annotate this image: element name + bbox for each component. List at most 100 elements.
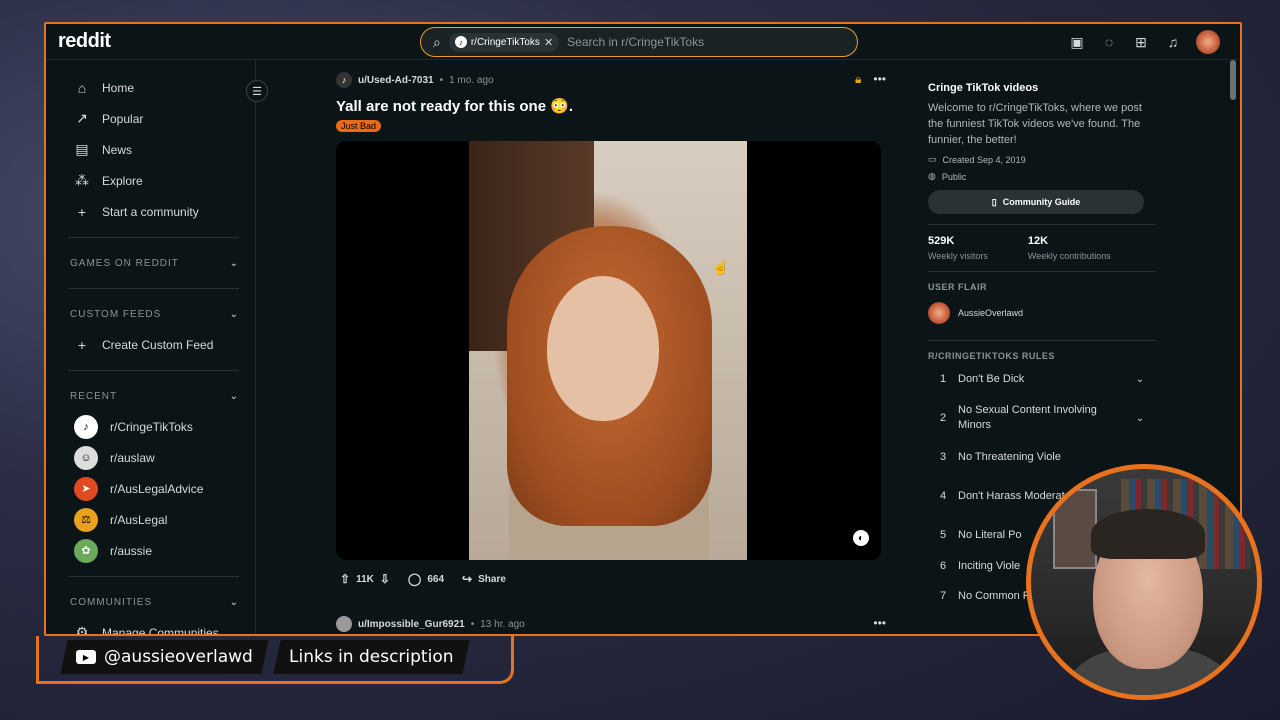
community-guide-button[interactable]: ▯ Community Guide bbox=[928, 190, 1144, 214]
vote-control: ⇧ 11K ⇩ bbox=[336, 568, 394, 590]
news-icon: ▤ bbox=[75, 141, 89, 157]
rule-item[interactable]: 1 Don't Be Dick ⌄ bbox=[928, 363, 1150, 395]
recent-header-label: RECENT bbox=[70, 390, 118, 402]
post-meta: u/Impossible_Gur6921 • 13 hr. ago bbox=[336, 616, 896, 632]
recent-label: r/AusLegalAdvice bbox=[110, 481, 204, 496]
community-created: ▭ Created Sep 4, 2019 bbox=[928, 154, 1150, 165]
webcam-poster bbox=[1053, 489, 1097, 569]
home-icon: ⌂ bbox=[77, 79, 87, 96]
guide-button-label: Community Guide bbox=[1002, 197, 1081, 207]
contributions-stat: 12K Weekly contributions bbox=[1028, 235, 1111, 261]
user-flair[interactable]: AussieOverlawd bbox=[928, 302, 1150, 324]
share-button[interactable]: ↪ Share bbox=[458, 568, 510, 590]
create-custom-feed-label: Create Custom Feed bbox=[102, 337, 214, 352]
post-age: 1 mo. ago bbox=[449, 74, 494, 86]
book-icon: ▯ bbox=[991, 196, 997, 207]
vote-count: 11K bbox=[356, 573, 374, 585]
create-post-icon[interactable]: ⊞ bbox=[1132, 33, 1150, 51]
post-card: ♪ u/Used-Ad-7031 • 1 mo. ago 🔒︎ ••• Yall… bbox=[336, 72, 896, 590]
recent-label: r/auslaw bbox=[110, 450, 155, 465]
rule-number: 7 bbox=[939, 590, 947, 602]
youtube-handle: @aussieoverlawd bbox=[104, 647, 253, 667]
rule-number: 6 bbox=[939, 560, 947, 572]
nav-news-label: News bbox=[102, 142, 133, 157]
aussie-icon: ✿ bbox=[74, 538, 98, 563]
search-input[interactable]: Search in r/CringeTikToks bbox=[567, 35, 704, 49]
reddit-logo[interactable]: reddit bbox=[58, 30, 111, 53]
nav-popular-label: Popular bbox=[102, 111, 144, 126]
chevron-down-icon: ⌄ bbox=[229, 596, 239, 608]
meta-separator: • bbox=[439, 74, 444, 86]
search-bar[interactable]: ⌕ ♪ r/CringeTikToks ✕ Search in r/Cringe… bbox=[420, 27, 858, 57]
post-author[interactable]: u/Used-Ad-7031 bbox=[358, 75, 434, 86]
sidebar-toggle-button[interactable]: ☰ bbox=[246, 80, 268, 102]
community-stats: 529K Weekly visitors 12K Weekly contributi… bbox=[928, 235, 1150, 261]
recent-label: r/CringeTikToks bbox=[110, 419, 193, 434]
rule-text: No Sexual Content Involving Minors bbox=[958, 404, 1097, 431]
links-text: Links in description bbox=[288, 647, 454, 667]
recent-auslaw[interactable]: ☺ r/auslaw bbox=[62, 442, 245, 473]
comment-count: 664 bbox=[427, 573, 445, 585]
divider bbox=[68, 288, 239, 289]
volume-icon[interactable]: ◐ bbox=[853, 530, 869, 546]
post-title[interactable]: Yall are not ready for this one 😳. bbox=[336, 97, 896, 115]
community-description: Welcome to r/CringeTikToks, where we pos… bbox=[928, 102, 1142, 146]
rule-item[interactable]: 2 No Sexual Content Involving Minors ⌄ bbox=[928, 395, 1150, 441]
tiktok-icon: ♪ bbox=[74, 414, 98, 439]
subreddit-chip[interactable]: ♪ r/CringeTikToks ✕ bbox=[448, 32, 560, 52]
reddit-alien-icon: ☺ bbox=[74, 445, 98, 470]
upvote-icon[interactable]: ⇧ bbox=[340, 572, 350, 586]
custom-feeds-header-label: CUSTOM FEEDS bbox=[70, 308, 162, 320]
post-age: 13 hr. ago bbox=[480, 618, 525, 630]
close-icon[interactable]: ✕ bbox=[544, 36, 553, 49]
nav-start-community[interactable]: + Start a community bbox=[62, 196, 245, 227]
youtube-icon: ▶ bbox=[76, 650, 96, 664]
recent-aussie[interactable]: ✿ r/aussie bbox=[62, 535, 245, 566]
tiktok-icon: ♪ bbox=[336, 72, 352, 88]
community-name: Cringe TikTok videos bbox=[928, 82, 1039, 94]
user-avatar[interactable] bbox=[1196, 30, 1220, 54]
header-actions: ▣ ◌ ⊞ ♫ bbox=[1068, 30, 1220, 54]
manage-communities[interactable]: ⚙ Manage Communities bbox=[62, 617, 245, 634]
nav-home[interactable]: ⌂ Home bbox=[62, 72, 245, 103]
post-meta: ♪ u/Used-Ad-7031 • 1 mo. ago bbox=[336, 72, 896, 88]
post-flair[interactable]: Just Bad bbox=[336, 120, 382, 132]
subreddit-chip-label: r/CringeTikToks bbox=[470, 36, 540, 48]
recent-cringetiktoks[interactable]: ♪ r/CringeTikToks bbox=[62, 411, 245, 442]
divider bbox=[68, 237, 239, 238]
downvote-icon[interactable]: ⇩ bbox=[380, 572, 390, 586]
create-custom-feed[interactable]: + Create Custom Feed bbox=[62, 329, 245, 360]
post-meta-actions: ••• bbox=[873, 616, 886, 630]
explore-icon: ⁂ bbox=[75, 172, 89, 188]
post-author[interactable]: u/Impossible_Gur6921 bbox=[358, 619, 465, 630]
bell-icon[interactable]: ♫ bbox=[1164, 33, 1182, 51]
more-options-icon[interactable]: ••• bbox=[873, 616, 886, 630]
ad-icon[interactable]: ▣ bbox=[1068, 33, 1086, 51]
games-header-label: GAMES ON REDDIT bbox=[70, 257, 179, 269]
video-player[interactable]: ☝ ◐ bbox=[336, 141, 881, 560]
scrollbar[interactable] bbox=[1230, 60, 1236, 100]
nav-news[interactable]: ▤ News bbox=[62, 134, 245, 165]
communities-section-header[interactable]: COMMUNITIES ⌄ bbox=[62, 587, 245, 617]
video-frame bbox=[469, 141, 747, 560]
recent-section-header[interactable]: RECENT ⌄ bbox=[62, 381, 245, 411]
recent-auslegal[interactable]: ⚖ r/AusLegal bbox=[62, 504, 245, 535]
rule-number: 3 bbox=[939, 451, 947, 463]
chat-icon[interactable]: ◌ bbox=[1100, 33, 1118, 51]
video-person-face bbox=[547, 276, 659, 421]
cake-icon: ▭ bbox=[928, 154, 937, 164]
flair-avatar bbox=[928, 302, 950, 324]
communities-header-label: COMMUNITIES bbox=[70, 596, 153, 608]
nav-popular[interactable]: ↗ Popular bbox=[62, 103, 245, 134]
visitors-stat: 529K Weekly visitors bbox=[928, 235, 988, 261]
chevron-down-icon: ⌄ bbox=[1135, 412, 1145, 424]
games-section-header[interactable]: GAMES ON REDDIT ⌄ bbox=[62, 248, 245, 278]
globe-icon: ◍ bbox=[928, 171, 936, 181]
comments-button[interactable]: ◯ 664 bbox=[404, 568, 448, 590]
divider bbox=[68, 576, 239, 577]
more-options-icon[interactable]: ••• bbox=[873, 72, 886, 87]
custom-feeds-section-header[interactable]: CUSTOM FEEDS ⌄ bbox=[62, 299, 245, 329]
left-sidebar: ⌂ Home ↗ Popular ▤ News ⁂ Explore + Start a c… bbox=[46, 60, 256, 634]
nav-explore[interactable]: ⁂ Explore bbox=[62, 165, 245, 196]
recent-auslegaladvice[interactable]: ➤ r/AusLegalAdvice bbox=[62, 473, 245, 504]
